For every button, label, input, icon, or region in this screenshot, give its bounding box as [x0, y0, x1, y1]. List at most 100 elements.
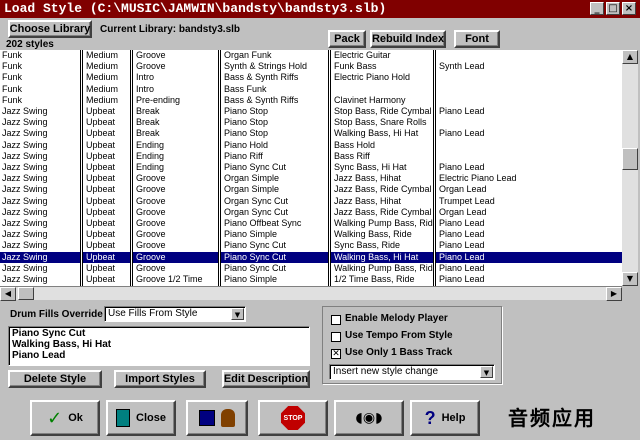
rebuild-index-button[interactable]: Rebuild Index	[370, 30, 446, 48]
lead-track-cell: Piano Lead	[439, 240, 485, 251]
track-item[interactable]: Piano Lead	[12, 350, 306, 361]
enable-melody-checkbox[interactable]	[331, 315, 341, 325]
maximize-button[interactable]: □	[606, 2, 620, 15]
style-row[interactable]: Jazz Swing Upbeat Groove Organ Simple Jazz B…	[0, 184, 622, 195]
style-row[interactable]: Jazz Swing Upbeat Groove Organ Sync Cut Jazz…	[0, 207, 622, 218]
section-cell: Groove	[136, 206, 166, 217]
style-row[interactable]: Jazz Swing Upbeat Ending Piano Hold Bass Hol…	[0, 140, 622, 151]
stop-button[interactable]: STOP	[258, 400, 328, 436]
lead-track-cell: Organ Lead	[439, 206, 487, 217]
pack-button[interactable]: Pack	[328, 30, 366, 48]
section-cell: Groove	[136, 240, 166, 251]
scroll-down-icon[interactable]: ▼	[622, 272, 638, 286]
bass-track-cell: Jazz Bass, Hihat	[334, 195, 402, 206]
use-one-bass-checkbox[interactable]: ✕	[331, 349, 341, 359]
style-row[interactable]: Funk Medium Intro Bass Funk	[0, 84, 622, 95]
tempo-cell: Upbeat	[86, 251, 116, 262]
style-row[interactable]: Jazz Swing Upbeat Groove Piano Sync Cut Sync…	[0, 240, 622, 251]
use-one-bass-label: Use Only 1 Bass Track	[345, 347, 453, 358]
style-row[interactable]: Funk Medium Intro Bass & Synth Riffs Electri…	[0, 72, 622, 83]
horizontal-scrollbar[interactable]: ◀ ▶	[0, 286, 622, 301]
style-row[interactable]: Funk Medium Groove Synth & Strings Hold Funk…	[0, 61, 622, 72]
chevron-down-icon[interactable]: ▼	[480, 366, 493, 378]
close-window-button[interactable]: ×	[622, 2, 636, 15]
style-row-selected[interactable]: Jazz Swing Upbeat Groove Piano Sync Cut Walk…	[0, 251, 622, 263]
tempo-cell: Medium	[86, 94, 119, 105]
style-row[interactable]: Jazz Swing Upbeat Ending Piano Riff Bass Rif…	[0, 151, 622, 162]
style-row[interactable]: Jazz Swing Upbeat Groove Piano Offbeat Sync…	[0, 218, 622, 229]
chord-track-cell: Piano Riff	[224, 150, 263, 161]
insert-style-change-select[interactable]: Insert new style change ▼	[329, 364, 495, 380]
bass-track-cell: Walking Pump Bass, Ride	[334, 218, 433, 228]
tempo-cell: Upbeat	[86, 240, 116, 251]
current-library-label: Current Library: bandsty3.slb	[100, 24, 241, 35]
bass-track-cell: Funk Bass	[334, 61, 377, 72]
lead-track-cell: Organ Lead	[439, 184, 487, 195]
style-row[interactable]: Funk Medium Pre-ending Bass & Synth Riffs Cl…	[0, 95, 622, 106]
style-name-cell: Jazz Swing	[2, 218, 48, 228]
delete-style-button[interactable]: Delete Style	[8, 370, 102, 388]
hscroll-thumb[interactable]	[18, 287, 34, 300]
column-divider	[433, 50, 436, 286]
section-cell: Groove	[136, 262, 166, 273]
minimize-button[interactable]: _	[590, 2, 604, 15]
close-button[interactable]: Close	[106, 400, 176, 436]
track-list[interactable]: Piano Sync Cut Walking Bass, Hi Hat Pian…	[8, 326, 310, 366]
section-cell: Break	[136, 106, 160, 116]
bass-track-cell: Walking Bass, Ride	[334, 229, 412, 240]
style-row[interactable]: Jazz Swing Upbeat Ending Piano Sync Cut Sync…	[0, 162, 622, 173]
vertical-scrollbar[interactable]: ▲ ▼	[622, 50, 638, 286]
scroll-left-icon[interactable]: ◀	[0, 287, 16, 301]
style-row[interactable]: Jazz Swing Upbeat Groove Piano Simple Walkin…	[0, 229, 622, 240]
ok-button[interactable]: ✓ Ok	[30, 400, 100, 436]
style-row[interactable]: Jazz Swing Upbeat Groove 1/2 Time Piano Sim…	[0, 274, 622, 285]
chevron-down-icon[interactable]: ▼	[231, 308, 244, 320]
style-row[interactable]: Jazz Swing Upbeat Groove Organ Simple Jazz B…	[0, 173, 622, 184]
bass-track-cell: Walking Bass, Hi Hat	[334, 251, 419, 262]
bass-track-cell: Stop Bass, Snare Rolls	[334, 117, 427, 128]
style-row[interactable]: Funk Medium Groove Organ Funk Electric Guita…	[0, 50, 622, 61]
audio-button[interactable]: ◖◉◗	[334, 400, 404, 436]
style-row[interactable]: Jazz Swing Upbeat Break Piano Stop Stop Bass…	[0, 106, 622, 117]
style-name-cell: Jazz Swing	[2, 139, 48, 150]
drum-fills-select[interactable]: Use Fills From Style ▼	[104, 306, 246, 322]
font-button[interactable]: Font	[454, 30, 500, 48]
style-row[interactable]: Jazz Swing Upbeat Groove Piano Sync Cut Walk…	[0, 263, 622, 274]
stop-label: STOP	[283, 414, 303, 422]
bass-track-cell: 1/2 Time Bass, Ride	[334, 274, 415, 284]
person-icon	[221, 409, 235, 427]
help-button[interactable]: ? Help	[410, 400, 480, 436]
lead-track-cell	[437, 95, 617, 106]
chord-track-cell: Organ Sync Cut	[224, 195, 289, 206]
use-tempo-checkbox[interactable]	[331, 332, 341, 342]
bass-track-cell: Bass Riff	[334, 150, 370, 161]
column-divider	[130, 50, 133, 286]
section-cell: Ending	[136, 162, 165, 172]
chord-track-cell: Piano Offbeat Sync	[224, 218, 302, 228]
save-button[interactable]	[186, 400, 248, 436]
choose-library-button[interactable]: Choose Library	[8, 20, 92, 38]
style-row[interactable]: Jazz Swing Upbeat Break Piano Stop Stop Bass…	[0, 117, 622, 128]
scroll-right-icon[interactable]: ▶	[606, 287, 622, 301]
scroll-thumb[interactable]	[622, 148, 638, 170]
edit-description-button[interactable]: Edit Description	[222, 370, 310, 388]
style-name-cell: Jazz Swing	[2, 162, 48, 172]
style-name-cell: Funk	[2, 94, 23, 105]
section-cell: Break	[136, 128, 160, 139]
style-list[interactable]: Jazz Swing Upbeat Groove 1/2 Time Piano Sim…	[0, 50, 622, 286]
section-cell: Groove	[136, 173, 166, 184]
tempo-cell: Upbeat	[86, 106, 116, 116]
chord-track-cell: Organ Funk	[224, 50, 272, 60]
track-item[interactable]: Piano Sync Cut	[12, 328, 306, 339]
lead-track-cell	[437, 84, 617, 95]
style-row[interactable]: Jazz Swing Upbeat Groove Organ Sync Cut Jazz…	[0, 196, 622, 207]
column-divider	[218, 50, 221, 286]
style-row[interactable]: Jazz Swing Upbeat Break Piano Stop Walking B…	[0, 128, 622, 139]
track-item[interactable]: Walking Bass, Hi Hat	[12, 339, 306, 350]
import-styles-button[interactable]: Import Styles	[114, 370, 206, 388]
style-name-cell: Jazz Swing	[2, 251, 48, 262]
tempo-cell: Upbeat	[86, 195, 116, 206]
style-name-cell: Jazz Swing	[2, 106, 48, 116]
lead-track-cell: Trumpet Lead	[439, 195, 495, 206]
scroll-up-icon[interactable]: ▲	[622, 50, 638, 64]
